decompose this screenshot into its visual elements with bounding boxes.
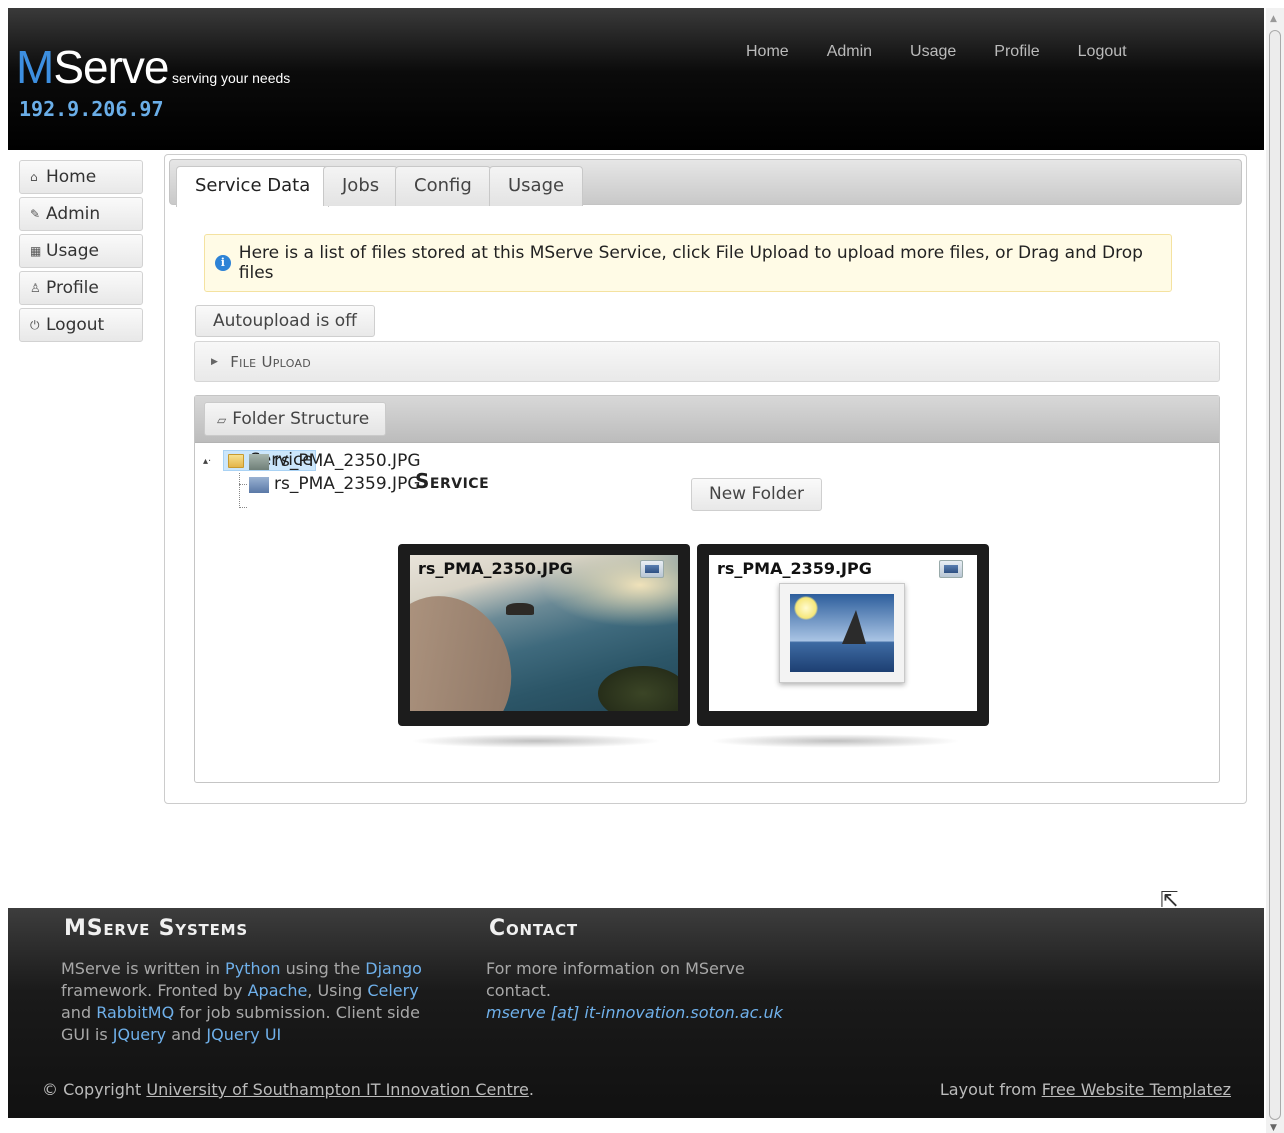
sidebar-item-usage[interactable]: ▦ Usage xyxy=(19,234,143,268)
home-icon: ⌂ xyxy=(30,170,38,184)
bush xyxy=(598,666,678,711)
tree-toggle-icon[interactable]: ▴· xyxy=(203,450,211,473)
beach xyxy=(410,577,532,711)
footer-systems-text: MServe is written in Python using the Dj… xyxy=(61,959,422,1044)
service-title: Service xyxy=(415,469,490,493)
python-link[interactable]: Python xyxy=(225,959,280,978)
browser-page: MServe serving your needs 192.9.206.97 H… xyxy=(8,8,1264,1133)
celery-link[interactable]: Celery xyxy=(367,981,418,1000)
file-card-2[interactable]: rs_PMA_2359.JPG xyxy=(697,544,989,748)
image-thumbnail-icon xyxy=(249,476,269,493)
sidebar-item-logout[interactable]: ⏻ Logout xyxy=(19,308,143,342)
tab-usage[interactable]: Usage xyxy=(489,166,584,206)
tab-jobs[interactable]: Jobs xyxy=(323,166,399,206)
image-type-icon xyxy=(939,560,963,578)
top-nav-admin[interactable]: Admin xyxy=(827,43,872,61)
file-card-preview: rs_PMA_2359.JPG xyxy=(709,555,977,711)
card-shadow xyxy=(410,734,662,748)
tab-service-data[interactable]: Service Data xyxy=(176,166,330,207)
image-placeholder-icon xyxy=(779,583,905,683)
tree-guide xyxy=(239,484,247,485)
tree-guide xyxy=(239,473,240,508)
southampton-link[interactable]: University of Southampton IT Innovation … xyxy=(146,1080,529,1099)
file-card-name: rs_PMA_2359.JPG xyxy=(717,559,872,578)
top-nav-profile[interactable]: Profile xyxy=(994,43,1039,61)
folder-structure-box: ▱ Folder Structure ▴· Service rs_PMA_2350… xyxy=(194,395,1220,783)
scroll-up-icon[interactable]: ▲ xyxy=(1270,14,1277,24)
info-message: i Here is a list of files stored at this… xyxy=(204,234,1172,292)
new-folder-button[interactable]: New Folder xyxy=(691,478,823,511)
site-logo[interactable]: MServe xyxy=(16,44,170,90)
power-icon: ⏻ xyxy=(30,317,40,332)
triangle-right-icon: ▶ xyxy=(211,356,219,367)
top-nav-logout[interactable]: Logout xyxy=(1078,43,1127,61)
copyright: © Copyright University of Southampton IT… xyxy=(42,1080,534,1099)
folder-open-icon: ▱ xyxy=(217,413,227,427)
sidebar-item-admin[interactable]: ✎ Admin xyxy=(19,197,143,231)
site-header: MServe serving your needs 192.9.206.97 H… xyxy=(8,8,1264,150)
footer-systems-title: MServe Systems xyxy=(64,916,248,941)
contact-email[interactable]: mserve [at] it-innovation.soton.ac.uk xyxy=(486,1003,783,1022)
card-shadow xyxy=(709,734,961,748)
server-ip: 192.9.206.97 xyxy=(19,97,164,121)
top-nav-home[interactable]: Home xyxy=(746,43,789,61)
tree-file-2[interactable]: rs_PMA_2359.JPG xyxy=(249,473,421,496)
sidebar-item-profile[interactable]: ♙ Profile xyxy=(19,271,143,305)
tree-file-1[interactable]: rs_PMA_2350.JPG xyxy=(249,450,421,473)
scrollbar-thumb[interactable] xyxy=(1269,30,1281,1120)
templatez-link[interactable]: Free Website Templatez xyxy=(1042,1080,1231,1099)
file-card-name: rs_PMA_2350.JPG xyxy=(418,559,573,578)
scroll-down-icon[interactable]: ▼ xyxy=(1270,1123,1277,1133)
calculator-icon: ▦ xyxy=(30,244,42,258)
person-icon: ♙ xyxy=(30,281,41,295)
layout-credit: Layout from Free Website Templatez xyxy=(939,1080,1231,1099)
autoupload-button[interactable]: Autoupload is off xyxy=(195,305,375,337)
image-type-icon xyxy=(640,560,664,578)
folder-structure-header: ▱ Folder Structure xyxy=(195,396,1219,443)
vertical-scrollbar[interactable]: ▲ ▼ xyxy=(1266,8,1284,1133)
rock xyxy=(506,603,534,615)
folder-structure-button[interactable]: ▱ Folder Structure xyxy=(204,402,387,436)
placeholder-sun xyxy=(794,596,818,620)
top-nav: Home Admin Usage Profile Logout xyxy=(746,43,1165,61)
rabbitmq-link[interactable]: RabbitMQ xyxy=(96,1003,174,1022)
tab-config[interactable]: Config xyxy=(395,166,491,206)
main-panel: Service Data Jobs Config Usage i Here is… xyxy=(164,154,1247,804)
jquery-link[interactable]: JQuery xyxy=(113,1025,166,1044)
file-upload-accordion[interactable]: ▶ File Upload xyxy=(194,341,1220,382)
footer-contact-title: Contact xyxy=(489,916,578,941)
apache-link[interactable]: Apache xyxy=(248,981,308,1000)
footer-contact-text: For more information on MServe contact. m… xyxy=(486,959,783,1022)
tab-bar: Service Data Jobs Config Usage xyxy=(169,159,1242,207)
image-thumbnail-icon xyxy=(249,453,269,470)
wrench-icon: ✎ xyxy=(30,207,41,221)
folder-icon xyxy=(228,453,244,468)
site-tagline: serving your needs xyxy=(172,70,291,86)
tree-guide xyxy=(239,507,247,508)
top-nav-usage[interactable]: Usage xyxy=(910,43,956,61)
placeholder-sail xyxy=(842,610,866,644)
sidebar-item-home[interactable]: ⌂ Home xyxy=(19,160,143,194)
sidebar: ⌂ Home ✎ Admin ▦ Usage ♙ Profile ⏻ Logout xyxy=(19,160,143,345)
site-footer: MServe Systems MServe is written in Pyth… xyxy=(8,908,1264,1118)
django-link[interactable]: Django xyxy=(365,959,422,978)
jquery-ui-link[interactable]: JQuery UI xyxy=(206,1025,281,1044)
file-card-1[interactable]: rs_PMA_2350.JPG xyxy=(398,544,690,748)
file-card-preview: rs_PMA_2350.JPG xyxy=(410,555,678,711)
sea-photo xyxy=(410,555,678,711)
info-icon: i xyxy=(215,255,231,271)
